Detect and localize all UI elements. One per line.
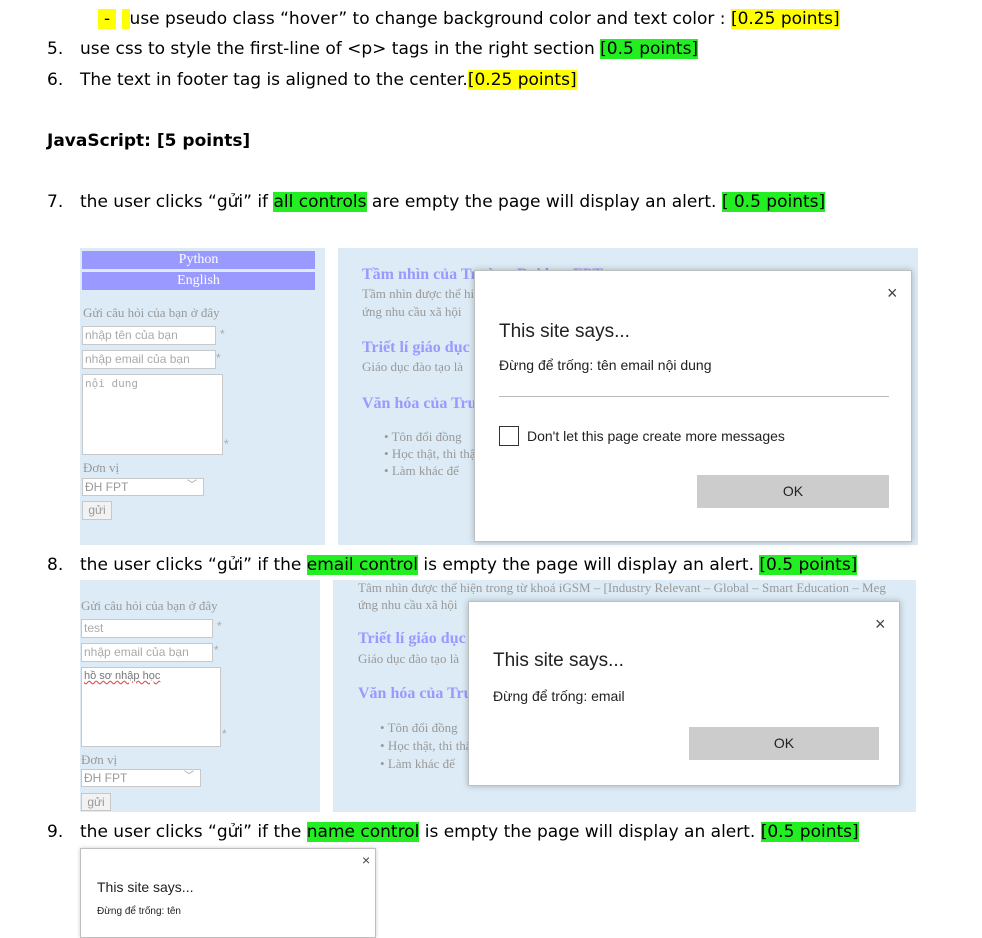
form-title: Gửi câu hỏi của bạn ở đây (81, 598, 218, 613)
ok-button[interactable]: OK (697, 475, 889, 508)
item-number: 6. (47, 70, 64, 90)
content-value: hồ sơ nhập học (84, 670, 161, 682)
screenshot-1-left-panel: Python English Gửi câu hỏi của bạn ở đây… (80, 248, 325, 545)
points-badge: [0.5 points] (600, 39, 699, 59)
points-badge: [ 0.5 points] (721, 192, 826, 212)
suppress-messages-checkbox[interactable] (499, 426, 519, 446)
alert-dialog-email: × This site says... Đừng để trống: email… (468, 601, 900, 786)
highlight-text: email control (306, 555, 418, 575)
philosophy-heading: Triết lí giáo dục (362, 339, 470, 356)
culture-bullet: • Làm khác để (380, 756, 455, 771)
name-input[interactable]: nhập tên của bạn (82, 326, 216, 345)
unit-select[interactable]: ĐH FPT ﹀ (82, 478, 204, 496)
item-text-pre: the user clicks “gửi” if (80, 192, 269, 212)
suppress-messages-label: Don't let this page create more messages (527, 428, 785, 444)
culture-bullet: • Học thật, thi thật (380, 738, 476, 753)
vision-paragraph-line-2: ứng nhu cầu xã hội (362, 304, 462, 319)
email-input[interactable]: nhập email của bạn (82, 350, 216, 369)
chevron-down-icon: ﹀ (184, 771, 194, 782)
form-title: Gửi câu hỏi của bạn ở đây (83, 305, 220, 320)
menu-item-english[interactable]: English (82, 272, 315, 290)
send-button[interactable]: gửi (82, 501, 112, 520)
points-badge: [0.5 points] (759, 555, 858, 575)
item-text-pre: the user clicks “gửi” if the (80, 555, 302, 575)
alert-dialog-name: × This site says... Đừng để trống: tên (80, 848, 376, 938)
culture-bullet: • Tôn đổi đồng (380, 720, 458, 735)
item-number: 9. (47, 822, 64, 842)
vision-paragraph-line-1: Tầm nhìn được thể hiện (362, 286, 487, 301)
required-star: * (216, 351, 221, 365)
unit-select-value: ĐH FPT (84, 771, 128, 785)
hover-text: use pseudo class “hover” to change backg… (129, 9, 726, 29)
item-number: 7. (47, 192, 64, 212)
philosophy-heading: Triết lí giáo dục (358, 630, 466, 647)
highlight-text: name control (306, 822, 420, 842)
required-star: * (222, 727, 227, 741)
points-badge: [0.25 points] (467, 70, 577, 90)
chevron-down-icon: ﹀ (187, 480, 197, 491)
screenshot-2-left-panel: Gửi câu hỏi của bạn ở đây test * nhập em… (80, 580, 320, 812)
points-badge: [0.25 points] (730, 9, 840, 29)
ok-button[interactable]: OK (689, 727, 879, 760)
unit-select[interactable]: ĐH FPT ﹀ (81, 769, 201, 787)
culture-bullet: • Học thật, thi thật (384, 446, 480, 461)
required-star: * (217, 619, 222, 633)
vision-paragraph-line-1: Tâm nhìn được thể hiện trong từ khoá iGS… (358, 580, 886, 595)
dialog-message: Đừng để trống: email (493, 688, 625, 704)
dialog-message: Đừng để trống: tên email nội dung (499, 357, 712, 373)
required-star: * (220, 327, 225, 341)
item-number: 8. (47, 555, 64, 575)
item-text-post: is empty the page will display an alert. (423, 555, 754, 575)
send-button[interactable]: gửi (81, 793, 111, 811)
javascript-heading: JavaScript: [5 points] (47, 131, 251, 151)
highlight-text: all controls (273, 192, 367, 212)
dialog-message: Đừng để trống: tên (97, 906, 181, 917)
close-icon[interactable]: × (875, 614, 886, 635)
close-icon[interactable]: × (887, 283, 898, 304)
philosophy-paragraph: Giáo dục đào tạo là (358, 651, 460, 666)
item-text-post: are empty the page will display an alert… (371, 192, 717, 212)
content-textarea[interactable]: hồ sơ nhập học (81, 667, 221, 747)
hover-requirement-line: - use pseudo class “hover” to change bac… (98, 8, 840, 30)
points-badge: [0.5 points] (760, 822, 859, 842)
unit-label: Đơn vị (81, 752, 118, 767)
menu-item-python[interactable]: Python (82, 251, 315, 269)
item-number: 5. (47, 39, 64, 59)
vision-paragraph-line-2: ứng nhu cầu xã hội (358, 597, 458, 612)
dialog-title: This site says... (499, 321, 630, 342)
content-textarea[interactable]: nội dung (82, 374, 223, 455)
item-text: The text in footer tag is aligned to the… (80, 70, 468, 90)
item-text-pre: the user clicks “gửi” if the (80, 822, 302, 842)
philosophy-paragraph: Giáo dục đào tạo là (362, 359, 464, 374)
name-input[interactable]: test (81, 619, 213, 638)
dialog-title: This site says... (493, 650, 624, 671)
unit-label: Đơn vị (83, 460, 120, 475)
dialog-title: This site says... (97, 879, 194, 895)
required-star: * (224, 437, 229, 451)
close-icon[interactable]: × (362, 852, 370, 868)
culture-bullet: • Làm khác để (384, 463, 459, 478)
unit-select-value: ĐH FPT (85, 480, 129, 494)
dash-marker: - (98, 9, 117, 29)
dialog-divider (499, 396, 889, 397)
item-text-post: is empty the page will display an alert. (424, 822, 756, 842)
item-text: use css to style the first-line of <p> t… (80, 39, 595, 59)
culture-bullet: • Tôn đổi đồng (384, 429, 462, 444)
alert-dialog-all-fields: × This site says... Đừng để trống: tên e… (474, 270, 912, 542)
email-input[interactable]: nhập email của bạn (81, 643, 213, 662)
required-star: * (214, 643, 219, 657)
